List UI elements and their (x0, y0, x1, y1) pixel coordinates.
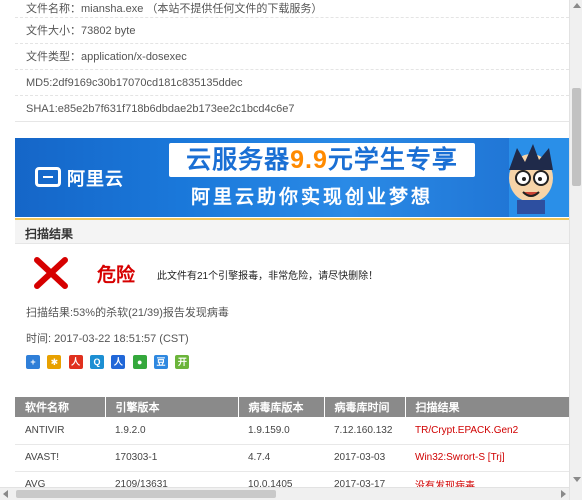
danger-x-icon (34, 257, 68, 289)
file-sha1: SHA1:e85e2b7f631f718b6dbdae2b173ee2c1bcd… (15, 96, 569, 122)
cell-db-version: 4.7.4 (238, 444, 324, 472)
scroll-down-icon[interactable] (573, 477, 581, 482)
scan-summary: 扫描结果:53%的杀软(21/39)报告发现病毒 (26, 307, 229, 319)
share-bar: + ✱ 人 Q 人 ● 豆 开 (26, 355, 193, 371)
scroll-up-icon[interactable] (573, 3, 581, 8)
scan-report-page: 文件名称：miansha.exe （本站不提供任何文件的下载服务） 文件大小：7… (15, 0, 569, 500)
renren-icon[interactable]: 人 (68, 355, 83, 369)
headline-suffix: 元学生专享 (327, 146, 458, 174)
danger-message: 此文件有21个引擎报毒，非常危险，请尽快删除！ (157, 271, 379, 282)
qzone-icon[interactable]: + (26, 355, 40, 369)
danger-label: 危险 (97, 265, 136, 286)
banner-logo-text: 阿里云 (67, 169, 124, 189)
cell-software: AVAST! (15, 444, 105, 472)
banner-headline: 云服务器9.9元学生专享 (169, 143, 475, 177)
headline-prefix: 云服务器 (186, 146, 291, 174)
col-db-version: 病毒库版本 (238, 397, 325, 417)
cartoon-mascot-icon (509, 144, 553, 214)
table-header-row: 软件名称 引擎版本 病毒库版本 病毒库时间 扫描结果 (15, 397, 569, 417)
scan-time: 时间: 2017-03-22 18:51:57 (CST) (26, 333, 189, 345)
vertical-scrollbar[interactable] (569, 0, 582, 500)
vertical-scroll-thumb[interactable] (572, 88, 581, 186)
file-name: 文件名称：miansha.exe （本站不提供任何文件的下载服务） (15, 2, 569, 18)
horizontal-scrollbar[interactable] (0, 487, 569, 500)
wechat-icon[interactable]: ● (132, 355, 147, 369)
baidu-icon[interactable]: 人 (111, 355, 126, 369)
col-software: 软件名称 (15, 397, 106, 417)
qq-icon[interactable]: Q (90, 355, 105, 369)
file-type: 文件类型：application/x-dosexec (15, 44, 569, 70)
aliyun-logo-icon (35, 167, 61, 187)
col-scan-result: 扫描结果 (405, 397, 569, 417)
cell-scan-result: TR/Crypt.EPACK.Gen2 (405, 417, 569, 445)
file-size: 文件大小：73802 byte (15, 18, 569, 44)
banner-subline: 阿里云助你实现创业梦想 (191, 187, 434, 208)
sina-weibo-icon[interactable]: ✱ (47, 355, 62, 369)
kaixin-icon[interactable]: 开 (175, 355, 190, 369)
table-row: ANTIVIR 1.9.2.0 1.9.159.0 7.12.160.132 T… (15, 417, 569, 445)
headline-price: 9.9 (290, 146, 328, 174)
cell-scan-result: Win32:Swrort-S [Trj] (405, 444, 569, 472)
col-engine-version: 引擎版本 (105, 397, 239, 417)
scan-result-section-title: 扫描结果 (15, 218, 569, 244)
col-db-time: 病毒库时间 (324, 397, 406, 417)
aliyun-ad-banner[interactable]: 阿里云 云服务器9.9元学生专享 阿里云助你实现创业梦想 (15, 138, 569, 217)
cell-db-time: 2017-03-03 (324, 444, 405, 472)
horizontal-scroll-thumb[interactable] (16, 490, 276, 498)
cell-db-version: 1.9.159.0 (238, 417, 324, 445)
cell-engine-version: 170303-1 (105, 444, 238, 472)
scroll-right-icon[interactable] (561, 490, 566, 498)
engine-results-table: 软件名称 引擎版本 病毒库版本 病毒库时间 扫描结果 ANTIVIR 1.9.2… (15, 397, 569, 499)
table-row: AVAST! 170303-1 4.7.4 2017-03-03 Win32:S… (15, 444, 569, 472)
cell-software: ANTIVIR (15, 417, 105, 445)
scroll-left-icon[interactable] (3, 490, 8, 498)
cell-db-time: 7.12.160.132 (324, 417, 405, 445)
douban-icon[interactable]: 豆 (154, 355, 169, 369)
cell-engine-version: 1.9.2.0 (105, 417, 238, 445)
file-md5: MD5:2df9169c30b17070cd181c835135ddec (15, 70, 569, 96)
danger-alert: 危险 此文件有21个引擎报毒，非常危险，请尽快删除！ (33, 256, 553, 290)
